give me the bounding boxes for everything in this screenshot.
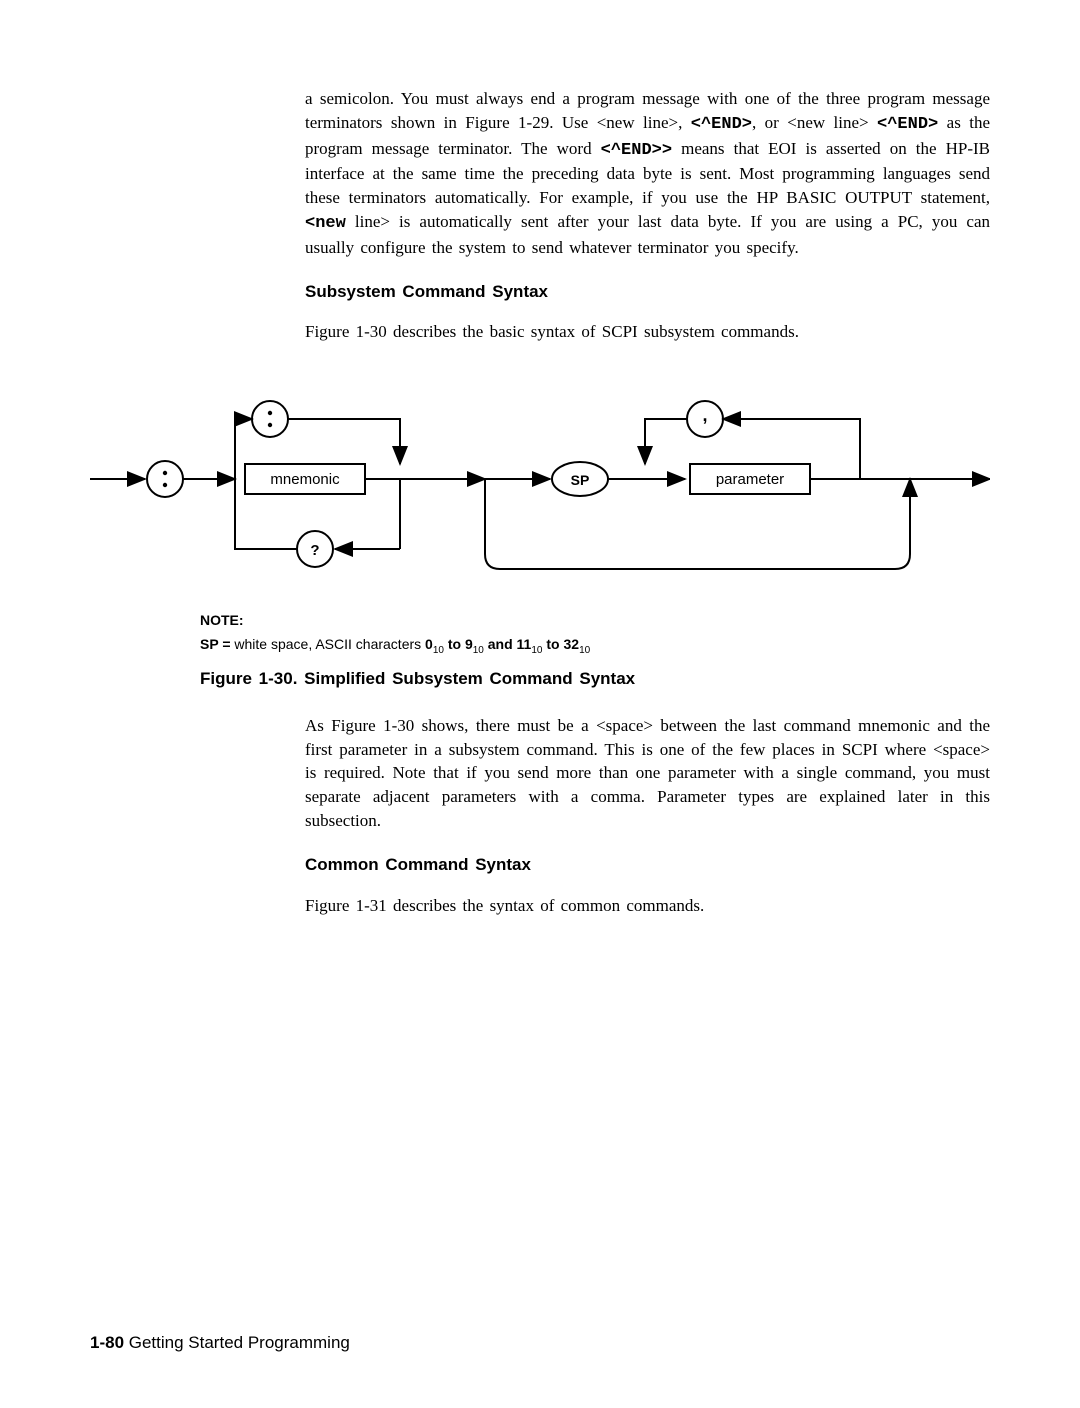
heading-subsystem: Subsystem Command Syntax	[305, 280, 990, 304]
paragraph-4: Figure 1-31 describes the syntax of comm…	[305, 894, 990, 918]
syntax-diagram: mnemonic ? SP parameter ,	[90, 369, 990, 589]
note-text: SP = white space, ASCII characters 010 t…	[200, 633, 990, 659]
sp-label: SP	[571, 472, 590, 488]
figure-diagram: mnemonic ? SP parameter ,	[90, 369, 990, 594]
text: line> is automatically sent after your l…	[305, 212, 990, 257]
footer-title: Getting Started Programming	[124, 1333, 350, 1352]
code: <^END>	[877, 115, 938, 134]
note-label: NOTE:	[200, 609, 990, 633]
paragraph-1: a semicolon. You must always end a progr…	[305, 87, 990, 260]
page-footer: 1-80 Getting Started Programming	[90, 1333, 350, 1353]
parameter-label: parameter	[716, 471, 784, 488]
note-block: NOTE: SP = white space, ASCII characters…	[200, 609, 990, 659]
comma-label: ,	[702, 405, 707, 425]
code: <new	[305, 214, 346, 233]
paragraph-3: As Figure 1-30 shows, there must be a <s…	[305, 714, 990, 833]
page-number: 1-80	[90, 1333, 124, 1352]
code: <^END>>	[601, 141, 672, 160]
question-label: ?	[310, 542, 319, 559]
heading-common: Common Command Syntax	[305, 853, 990, 877]
code: <^END>	[691, 115, 752, 134]
paragraph-2: Figure 1-30 describes the basic syntax o…	[305, 320, 990, 344]
figure-caption: Figure 1-30. Simplified Subsystem Comman…	[200, 669, 990, 689]
text: , or <new line>	[752, 113, 877, 132]
mnemonic-label: mnemonic	[270, 471, 340, 488]
